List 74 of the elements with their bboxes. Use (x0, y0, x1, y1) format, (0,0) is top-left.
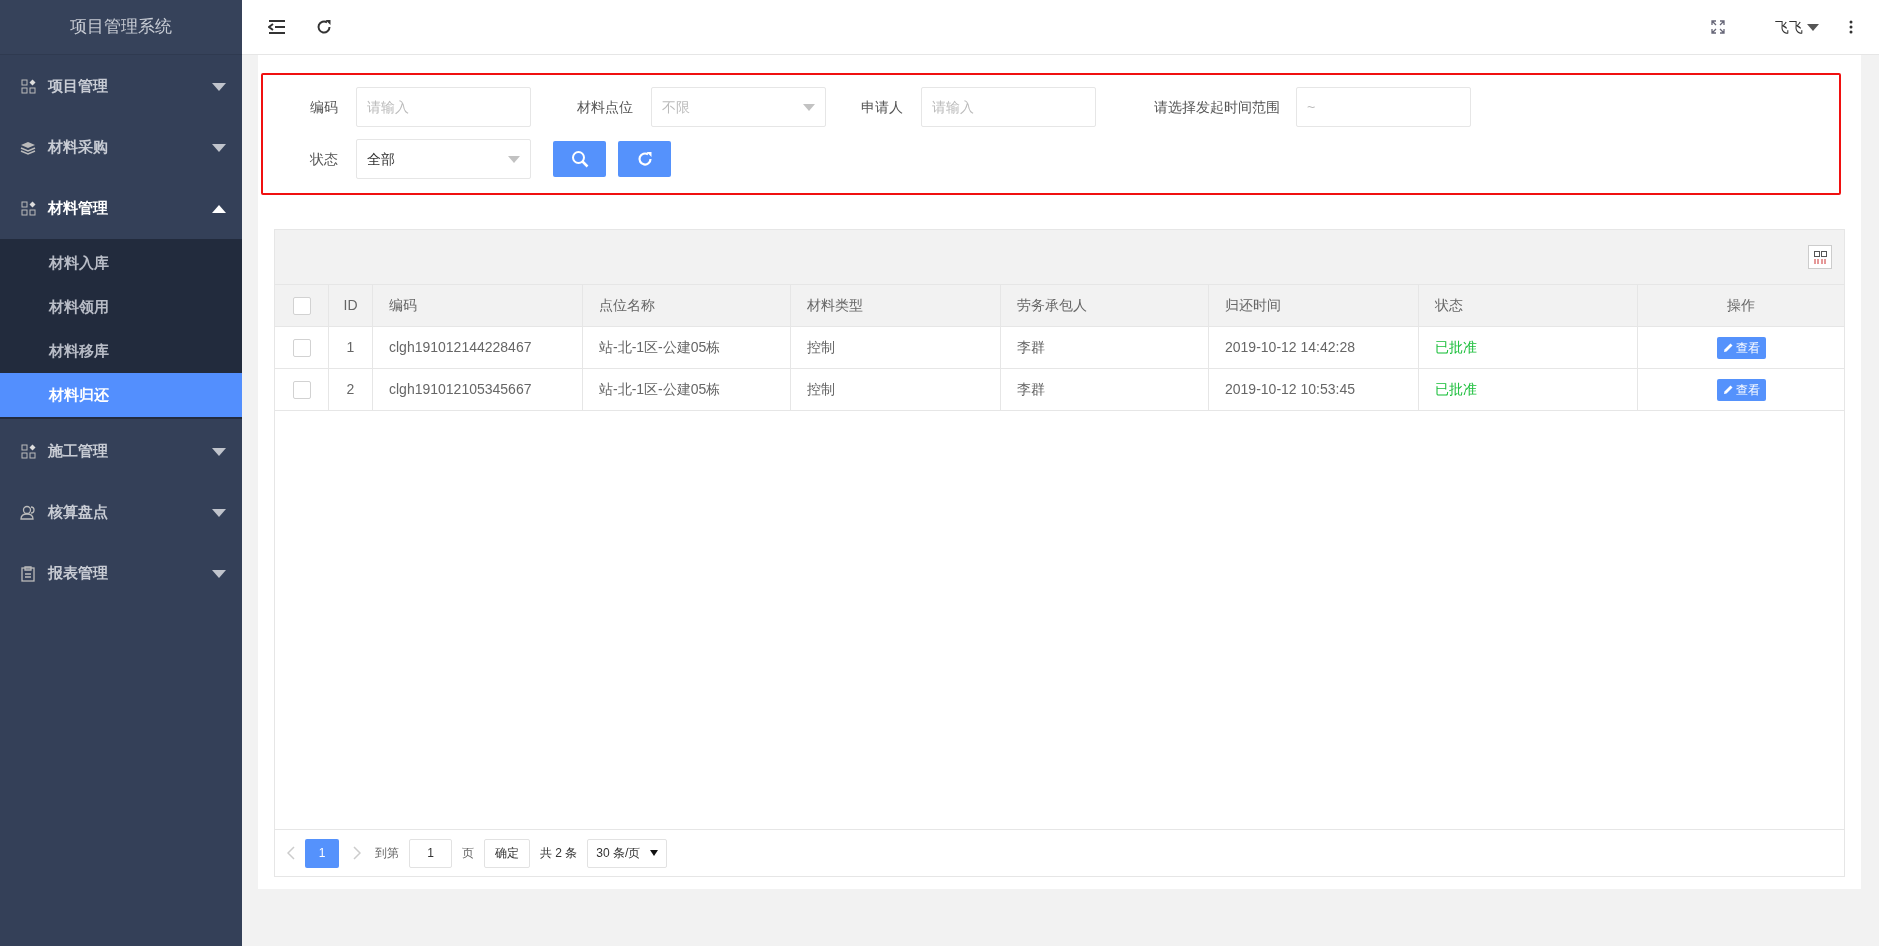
column-header: 编码 (373, 285, 583, 326)
previous-page-icon[interactable] (287, 846, 295, 860)
table-cell: clgh191012105345667 (373, 369, 583, 410)
column-header: 劳务承包人 (1001, 285, 1209, 326)
menu-collapse-icon[interactable] (268, 19, 286, 35)
column-header: 点位名称 (583, 285, 791, 326)
sidebar-item[interactable]: 报表管理 (0, 543, 242, 604)
checkbox[interactable] (292, 380, 311, 399)
search-button[interactable] (553, 141, 606, 177)
caret-down-icon (508, 155, 520, 163)
search-icon (570, 150, 589, 168)
grid-icon (20, 78, 36, 95)
column-header: 状态 (1419, 285, 1638, 326)
reset-button[interactable] (618, 141, 671, 177)
next-page-icon[interactable] (353, 846, 361, 860)
submenu-item[interactable]: 材料移库 (0, 329, 242, 373)
more-icon[interactable] (1849, 20, 1853, 34)
input-field[interactable]: 请输入 (356, 87, 531, 127)
table-cell: 已批准 (1419, 327, 1638, 368)
column-header: 归还时间 (1209, 285, 1419, 326)
table-cell: 李群 (1001, 369, 1209, 410)
sidebar-item[interactable]: 材料采购 (0, 117, 242, 178)
table-cell: 站-北-1区-公建05栋 (583, 327, 791, 368)
table-cell: 控制 (791, 369, 1001, 410)
table-cell: 2019-10-12 14:42:28 (1209, 327, 1419, 368)
layers-icon (20, 139, 36, 156)
clipboard-icon (20, 565, 36, 582)
sidebar-item[interactable]: 施工管理 (0, 421, 242, 482)
submenu-item[interactable]: 材料领用 (0, 285, 242, 329)
table-cell: 2019-10-12 10:53:45 (1209, 369, 1419, 410)
sidebar-item[interactable]: 核算盘点 (0, 482, 242, 543)
table-cell: 李群 (1001, 327, 1209, 368)
table-cell: 2 (329, 369, 373, 410)
table-cell: 1 (329, 327, 373, 368)
grid-icon (20, 200, 36, 217)
page-size-select[interactable]: 30 条/页 (587, 838, 668, 868)
refresh-icon[interactable] (316, 19, 332, 35)
fullscreen-icon[interactable] (1711, 20, 1725, 34)
select-field[interactable]: 全部 (356, 139, 531, 179)
column-toggle-button[interactable] (1808, 245, 1832, 269)
refresh-icon (636, 151, 653, 167)
table-cell: 站-北-1区-公建05栋 (583, 369, 791, 410)
caret-down-icon (650, 850, 659, 856)
field-label: 编码 (309, 98, 339, 117)
field-label: 申请人 (860, 98, 904, 117)
user-icon (20, 504, 36, 521)
sidebar-item[interactable]: 材料管理 (0, 178, 242, 239)
confirm-button[interactable]: 确定 (484, 838, 530, 868)
grid-icon (1813, 250, 1827, 264)
column-header: ID (329, 285, 373, 326)
caret-down-icon (803, 103, 815, 111)
column-header: 材料类型 (791, 285, 1001, 326)
total-count: 共 2 条 (540, 845, 578, 862)
submenu-item[interactable]: 材料入库 (0, 241, 242, 285)
checkbox[interactable] (292, 338, 311, 357)
field-label: 材料点位 (576, 98, 634, 117)
pencil-icon (1722, 384, 1733, 395)
input-field[interactable]: 请输入 (921, 87, 1096, 127)
table-cell: clgh191012144228467 (373, 327, 583, 368)
pencil-icon (1722, 342, 1733, 353)
field-label: 请选择发起时间范围 (1153, 98, 1281, 117)
table-cell: 已批准 (1419, 369, 1638, 410)
page-input[interactable]: 1 (409, 838, 452, 868)
input-field[interactable]: ~ (1296, 87, 1471, 127)
checkbox[interactable] (292, 296, 311, 315)
field-label: 状态 (309, 150, 339, 169)
sidebar-item[interactable]: 项目管理 (0, 56, 242, 117)
table-cell: 控制 (791, 327, 1001, 368)
user-menu[interactable]: 飞飞 (1775, 16, 1819, 38)
grid-icon (20, 443, 36, 460)
page-unit-label: 页 (462, 845, 474, 862)
column-header: 操作 (1726, 296, 1756, 315)
goto-label: 到第 (375, 845, 399, 862)
caret-down-icon (1807, 23, 1819, 31)
